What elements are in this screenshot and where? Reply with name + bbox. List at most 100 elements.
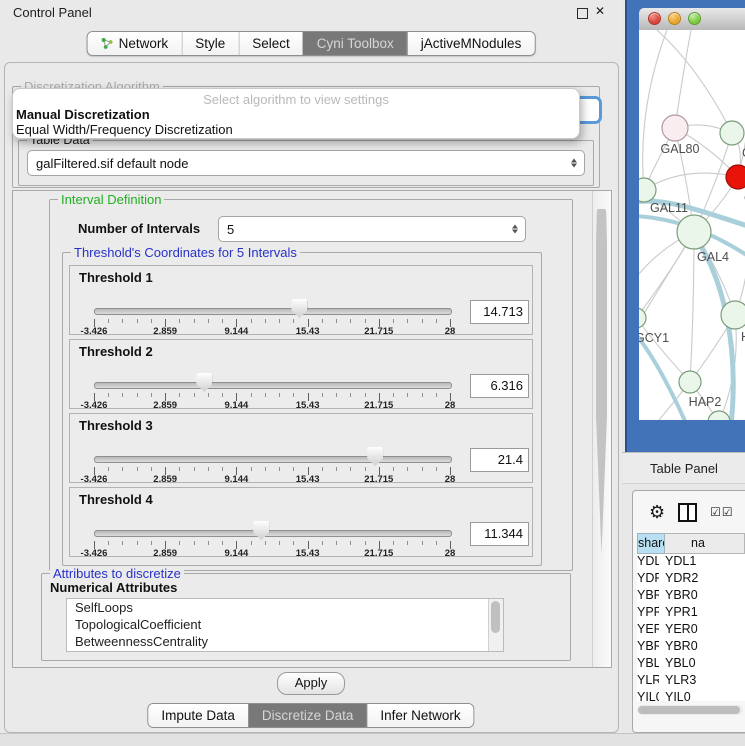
float-icon[interactable]: [577, 8, 588, 19]
tab-network[interactable]: Network: [88, 32, 182, 55]
group-title-interval-definition: Interval Definition: [58, 192, 164, 207]
close-light[interactable]: [648, 12, 661, 25]
zoom-light[interactable]: [688, 12, 701, 25]
column-header-na[interactable]: na: [665, 533, 745, 554]
tab-label: Impute Data: [161, 708, 235, 723]
minimize-light[interactable]: [668, 12, 681, 25]
footer-strip: [0, 733, 745, 746]
node-table[interactable]: shared...na YDL19...YDL1YDR27...YDR2YBR0…: [637, 533, 745, 701]
network-node-h[interactable]: [721, 301, 745, 329]
close-icon[interactable]: ✕: [595, 4, 605, 18]
table-row[interactable]: YBR045CYBR0: [637, 639, 745, 656]
table-row[interactable]: YDR27...YDR2: [637, 571, 745, 588]
cell-name: YBR0: [659, 588, 745, 605]
slider-thumb[interactable]: [367, 447, 383, 466]
threshold-panel-1: Threshold 1 -3.4262.8599.14415.4321.71528…: [69, 265, 533, 335]
tab-infer-network[interactable]: Infer Network: [366, 704, 473, 727]
node-label: H: [741, 330, 745, 344]
apply-button[interactable]: Apply: [277, 672, 345, 695]
network-node-g[interactable]: [720, 121, 744, 145]
spinner-arrows-icon: [571, 159, 577, 168]
network-window-titlebar[interactable]: [639, 8, 745, 31]
tab-jactivemnodules[interactable]: jActiveMNodules: [407, 32, 535, 55]
slider-thumb[interactable]: [291, 299, 307, 318]
table-row[interactable]: YPR145WYPR1: [637, 605, 745, 622]
tab-select[interactable]: Select: [238, 32, 303, 55]
cell-name: YLR3: [659, 673, 745, 690]
network-node-gal4[interactable]: [677, 215, 711, 249]
threshold-panel-3: Threshold 3-3.4262.8599.14415.4321.71528…: [69, 413, 533, 483]
numerical-attributes-list[interactable]: SelfLoopsTopologicalCoefficientBetweenne…: [66, 598, 504, 652]
gear-icon[interactable]: ⚙: [649, 503, 665, 521]
table-row[interactable]: YBR043CYBR0: [637, 588, 745, 605]
select-columns-icon[interactable]: ☑☑: [710, 505, 734, 519]
list-item-betweennesscentrality[interactable]: BetweennessCentrality: [67, 633, 503, 650]
threshold-label: Threshold 3: [79, 418, 153, 433]
spinner-arrows-icon: [512, 225, 518, 234]
list-item-selfloops[interactable]: SelfLoops: [67, 599, 503, 616]
network-edge: [675, 30, 691, 128]
interval-definition-group: Interval Definition Number of Intervals …: [49, 199, 573, 571]
dropdown-option-manual-discretization[interactable]: Manual Discretization: [13, 107, 579, 122]
network-graph[interactable]: GAL80GCGAL11GAL4GCY1HHAP2: [639, 30, 745, 420]
tab-label: Network: [119, 36, 169, 51]
table-hscrollbar[interactable]: [637, 705, 743, 715]
network-node-gal80[interactable]: [662, 115, 688, 141]
control-panel: Control Panel ✕ NetworkStyleSelectCyni T…: [0, 0, 623, 745]
table-rows: YDL19...YDL1YDR27...YDR2YBR043CYBR0YPR14…: [637, 554, 745, 701]
number-of-intervals-combo[interactable]: 5: [218, 216, 526, 242]
tab-label: Infer Network: [380, 708, 460, 723]
cell-name: YIL0: [659, 690, 745, 701]
threshold-label: Threshold 1: [79, 270, 153, 285]
network-canvas[interactable]: GAL80GCGAL11GAL4GCY1HHAP2: [639, 30, 745, 420]
threshold-value-field[interactable]: 14.713: [470, 300, 529, 324]
tab-discretize-data[interactable]: Discretize Data: [248, 704, 367, 727]
tab-impute-data[interactable]: Impute Data: [148, 704, 248, 727]
table-row[interactable]: YIL052CYIL0: [637, 690, 745, 701]
network-window[interactable]: GAL80GCGAL11GAL4GCY1HHAP2: [625, 0, 745, 452]
cell-name: YER0: [659, 622, 745, 639]
threshold-value-field[interactable]: 11.344: [470, 522, 529, 546]
dropdown-option-equal-width-frequency-discretization[interactable]: Equal Width/Frequency Discretization: [13, 122, 579, 137]
bottom-tab-bar: Impute Data Discretize Data Infer Network: [147, 703, 474, 728]
network-node-hap2[interactable]: [679, 371, 701, 393]
cell-name: YBR0: [659, 639, 745, 656]
table-data-combo[interactable]: galFiltered.sif default node: [27, 150, 585, 176]
slider-tick-labels: -3.4262.8599.14415.4321.71528: [94, 326, 450, 336]
cell-name: YDL1: [659, 554, 745, 571]
columns-icon[interactable]: [678, 503, 697, 522]
threshold-label: Threshold 4: [79, 492, 153, 507]
threshold-panel-4: Threshold 4-3.4262.8599.14415.4321.71528…: [69, 487, 533, 557]
slider-track[interactable]: [94, 456, 452, 463]
cell-name: YPR1: [659, 605, 745, 622]
attributes-scrollbar[interactable]: [488, 599, 503, 651]
table-data-combo-value: galFiltered.sif default node: [36, 156, 188, 171]
tab-cyni-toolbox[interactable]: Cyni Toolbox: [303, 32, 407, 55]
table-row[interactable]: YBL079WYBL0: [637, 656, 745, 673]
tab-style[interactable]: Style: [181, 32, 238, 55]
tab-label: Cyni Toolbox: [317, 36, 394, 51]
network-icon: [101, 37, 114, 50]
table-toolbar: ⚙ ☑☑: [633, 491, 745, 533]
slider-track[interactable]: [94, 308, 452, 315]
table-row[interactable]: YER054CYER0: [637, 622, 745, 639]
table-row[interactable]: YLR345WYLR3: [637, 673, 745, 690]
slider-track[interactable]: [94, 530, 452, 537]
main-scrollbar[interactable]: [592, 191, 611, 667]
slider-thumb[interactable]: [196, 373, 212, 392]
tab-bar: Network StyleSelect Cyni Toolbox jActiveMNo…: [87, 31, 536, 56]
network-node-c[interactable]: [726, 165, 745, 189]
threshold-value-field[interactable]: 21.4: [470, 448, 529, 472]
attribute-items: SelfLoopsTopologicalCoefficientBetweenne…: [67, 599, 503, 650]
slider-thumb[interactable]: [253, 521, 269, 540]
network-edge: [644, 173, 738, 190]
number-of-intervals-value: 5: [227, 222, 234, 237]
threshold-value-field[interactable]: 6.316: [470, 374, 529, 398]
node-label: GCY1: [639, 331, 669, 345]
table-row[interactable]: YDL19...YDL1: [637, 554, 745, 571]
slider-track[interactable]: [94, 382, 452, 389]
column-header-shared[interactable]: shared...: [637, 533, 665, 554]
list-item-topologicalcoefficient[interactable]: TopologicalCoefficient: [67, 616, 503, 633]
table-data-group: Table Data galFiltered.sif default node: [18, 140, 594, 186]
network-node[interactable]: [708, 411, 730, 420]
